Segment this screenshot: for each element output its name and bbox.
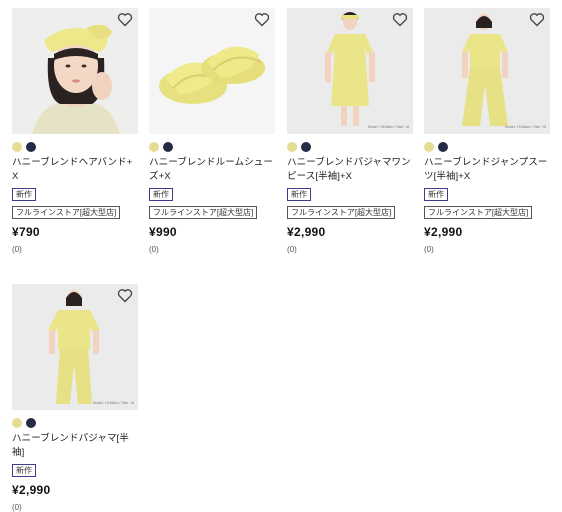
new-badge: 新作 (424, 188, 448, 201)
product-price: ¥2,990 (287, 225, 326, 239)
model-size-note: Model : H168cm / Size : M (92, 401, 134, 405)
review-count[interactable]: (0) (149, 245, 275, 254)
review-count[interactable]: (0) (12, 245, 138, 254)
swatch-yellow[interactable] (12, 418, 22, 428)
favorite-heart-icon[interactable] (117, 288, 133, 303)
model-size-note: Model : H168cm / Size : M (504, 125, 546, 129)
product-card[interactable]: Model : H168cm / Size : M ハニーブレンドパジャマワンピ… (287, 8, 413, 254)
favorite-heart-icon[interactable] (392, 12, 408, 27)
color-swatches (424, 142, 550, 152)
model-size-note: Model : H168cm / Size : M (367, 125, 409, 129)
swatch-yellow[interactable] (149, 142, 159, 152)
product-image[interactable] (149, 8, 275, 134)
swatch-navy[interactable] (26, 142, 36, 152)
product-name[interactable]: ハニーブレンドヘアバンド+X (12, 156, 138, 184)
product-card[interactable]: ハニーブレンドヘアバンド+X 新作 フルラインストア[超大型店] ¥790 (0… (12, 8, 138, 254)
color-swatches (12, 142, 138, 152)
product-name[interactable]: ハニーブレンドジャンプスーツ[半袖]+X (424, 156, 550, 184)
product-price: ¥990 (149, 225, 177, 239)
product-image[interactable]: Model : H168cm / Size : M (12, 284, 138, 410)
review-count[interactable]: (0) (424, 245, 550, 254)
new-badge: 新作 (12, 188, 36, 201)
product-price: ¥2,990 (424, 225, 463, 239)
new-badge: 新作 (12, 464, 36, 477)
review-count[interactable]: (0) (12, 503, 138, 512)
product-card[interactable]: Model : H168cm / Size : M ハニーブレンドジャンプスーツ… (424, 8, 550, 254)
swatch-yellow[interactable] (424, 142, 434, 152)
new-badge: 新作 (149, 188, 173, 201)
review-count[interactable]: (0) (287, 245, 413, 254)
product-image[interactable]: Model : H168cm / Size : M (424, 8, 550, 134)
color-swatches (149, 142, 275, 152)
swatch-yellow[interactable] (287, 142, 297, 152)
store-tag: フルラインストア[超大型店] (424, 206, 533, 219)
product-name[interactable]: ハニーブレンドパジャマワンピース[半袖]+X (287, 156, 413, 184)
favorite-heart-icon[interactable] (529, 12, 545, 27)
favorite-heart-icon[interactable] (117, 12, 133, 27)
color-swatches (12, 418, 138, 428)
swatch-navy[interactable] (301, 142, 311, 152)
product-name[interactable]: ハニーブレンドルームシューズ+X (149, 156, 275, 184)
product-price: ¥2,990 (12, 483, 51, 497)
swatch-navy[interactable] (26, 418, 36, 428)
product-price: ¥790 (12, 225, 40, 239)
product-card[interactable]: ハニーブレンドルームシューズ+X 新作 フルラインストア[超大型店] ¥990 … (149, 8, 275, 254)
swatch-navy[interactable] (438, 142, 448, 152)
store-tag: フルラインストア[超大型店] (12, 206, 121, 219)
product-image[interactable] (12, 8, 138, 134)
new-badge: 新作 (287, 188, 311, 201)
store-tag: フルラインストア[超大型店] (149, 206, 258, 219)
product-card[interactable]: Model : H168cm / Size : M ハニーブレンドパジャマ[半袖… (12, 284, 138, 512)
swatch-yellow[interactable] (12, 142, 22, 152)
color-swatches (287, 142, 413, 152)
favorite-heart-icon[interactable] (254, 12, 270, 27)
swatch-navy[interactable] (163, 142, 173, 152)
product-name[interactable]: ハニーブレンドパジャマ[半袖] (12, 432, 138, 460)
product-image[interactable]: Model : H168cm / Size : M (287, 8, 413, 134)
store-tag: フルラインストア[超大型店] (287, 206, 396, 219)
